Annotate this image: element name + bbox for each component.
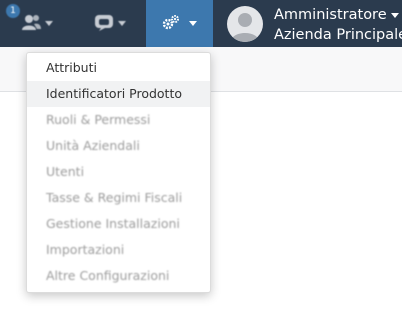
settings-menu-button[interactable] — [146, 0, 213, 47]
support-icon — [93, 12, 115, 36]
settings-dropdown-menu: Attributi Identificatori Prodotto Ruoli … — [26, 52, 211, 293]
menu-item-utenti[interactable]: Utenti — [27, 159, 210, 185]
menu-item-tasse-regimi-fiscali[interactable]: Tasse & Regimi Fiscali — [27, 185, 210, 211]
top-navbar: 1 Amministratore Azienda Principale — [0, 0, 402, 47]
user-profile-menu[interactable]: Amministratore Azienda Principale — [213, 0, 402, 47]
users-icon — [20, 12, 42, 36]
gears-icon — [162, 14, 180, 34]
menu-item-attributi[interactable]: Attributi — [27, 55, 210, 81]
menu-item-identificatori-prodotto[interactable]: Identificatori Prodotto — [27, 81, 210, 107]
chevron-down-icon — [118, 21, 126, 26]
user-name: Amministratore — [274, 7, 387, 23]
chevron-down-icon — [45, 21, 53, 26]
menu-item-importazioni[interactable]: Importazioni — [27, 237, 210, 263]
menu-item-altre-configurazioni[interactable]: Altre Configurazioni — [27, 263, 210, 289]
notification-badge: 1 — [6, 4, 20, 18]
chevron-down-icon — [189, 21, 197, 26]
menu-item-ruoli-permessi[interactable]: Ruoli & Permessi — [27, 107, 210, 133]
menu-item-unita-aziendali[interactable]: Unità Aziendali — [27, 133, 210, 159]
support-menu-button[interactable] — [73, 0, 146, 47]
users-menu-button[interactable]: 1 — [0, 0, 73, 47]
menu-item-gestione-installazioni[interactable]: Gestione Installazioni — [27, 211, 210, 237]
chevron-down-icon — [391, 13, 399, 18]
user-avatar-icon — [227, 6, 263, 42]
company-name: Azienda Principale — [274, 27, 402, 43]
